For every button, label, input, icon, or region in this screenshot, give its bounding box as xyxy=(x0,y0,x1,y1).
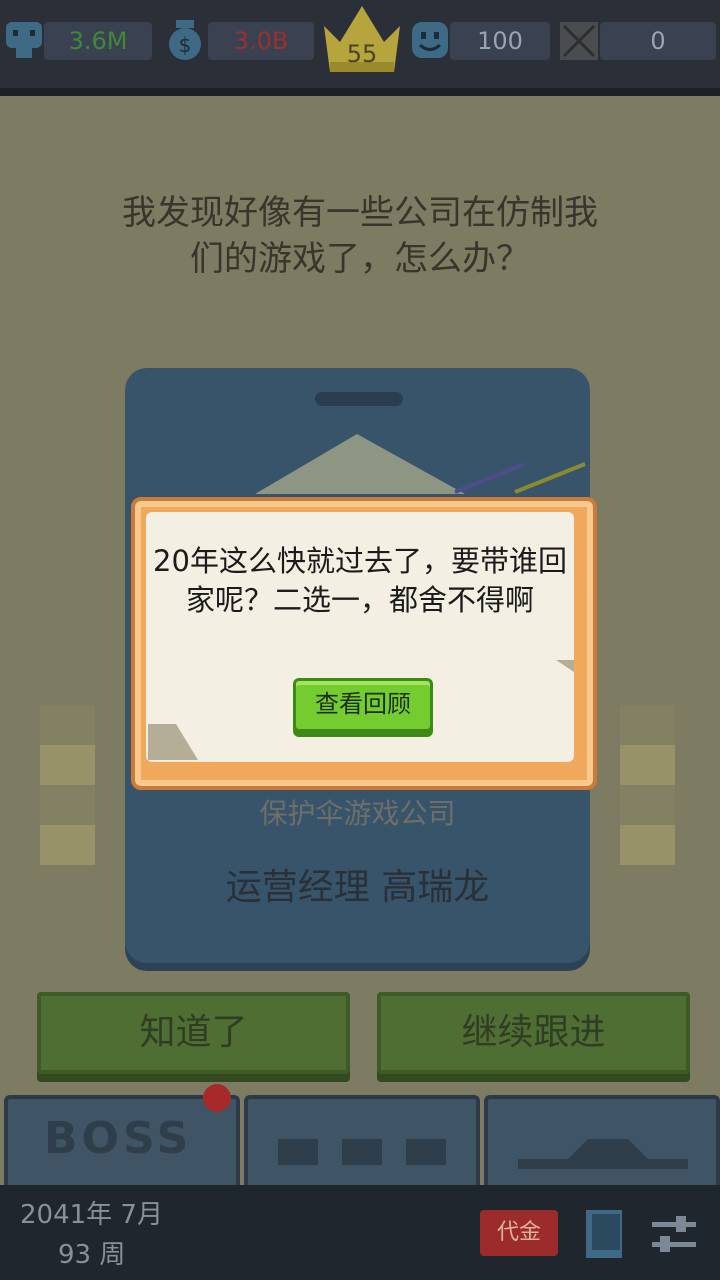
bugs-stat: 0 xyxy=(600,22,716,60)
status-bar: 3.6M $ 3.0B 55 100 0 xyxy=(0,0,720,96)
notification-badge xyxy=(203,1084,231,1112)
dialog-message: 20年这么快就过去了，要带谁回家呢？二选一，都舍不得啊 xyxy=(153,544,567,617)
book-icon[interactable] xyxy=(582,1206,628,1262)
money-bag-icon: $ xyxy=(162,16,208,62)
tab-staff[interactable] xyxy=(244,1095,480,1194)
date-label: 2041年 7月 xyxy=(20,1200,163,1230)
tab-boss[interactable]: BOSS xyxy=(4,1095,240,1194)
bug-icon xyxy=(558,20,600,62)
boss-tab-label: BOSS xyxy=(44,1113,193,1164)
money-stat: 3.0B xyxy=(208,22,314,60)
settings-sliders-icon[interactable] xyxy=(650,1212,698,1258)
card-person: 运营经理 高瑞龙 xyxy=(225,867,490,908)
acknowledge-button[interactable]: 知道了 xyxy=(37,992,350,1074)
employee-icon xyxy=(2,18,46,62)
vehicle-tab-icon xyxy=(518,1139,688,1169)
game-date: 2041年 7月 93 周 xyxy=(20,1195,163,1275)
card-paper-edge xyxy=(255,434,586,494)
event-question: 我发现好像有一些公司在仿制我们的游戏了，怎么办？ xyxy=(122,193,598,279)
staff-tab-icon xyxy=(278,1139,446,1165)
week-label: 93 周 xyxy=(58,1240,126,1270)
tab-vehicle[interactable] xyxy=(484,1095,720,1194)
svg-text:$: $ xyxy=(179,33,192,57)
background-pattern-left xyxy=(40,705,95,865)
voucher-button[interactable]: 代金 xyxy=(480,1210,558,1256)
card-slot xyxy=(315,392,403,406)
happiness-stat: 100 xyxy=(450,22,550,60)
employees-stat: 3.6M xyxy=(44,22,152,60)
level-value: 55 xyxy=(346,40,378,68)
follow-up-button[interactable]: 继续跟进 xyxy=(377,992,690,1074)
card-company: 保护伞游戏公司 xyxy=(259,797,456,830)
view-review-button[interactable]: 查看回顾 xyxy=(293,678,433,732)
background-pattern-right xyxy=(620,705,675,865)
smile-icon xyxy=(408,18,452,62)
